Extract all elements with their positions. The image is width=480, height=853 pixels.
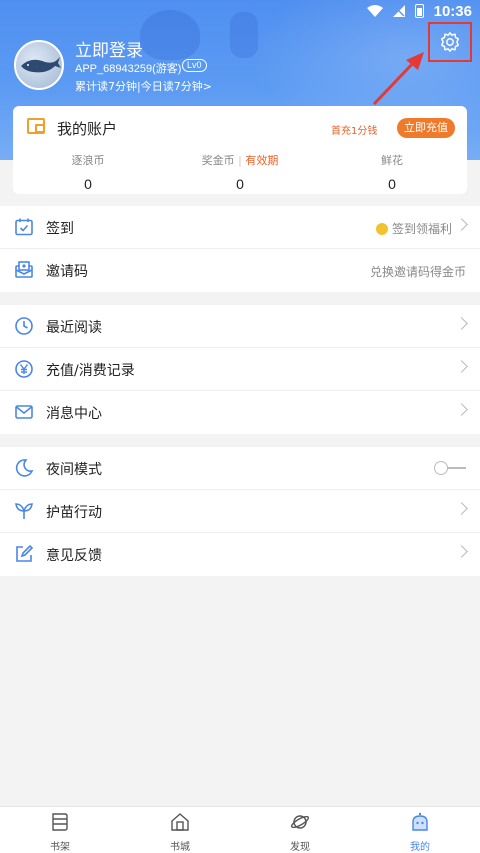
nav-label: 书城 (170, 842, 190, 853)
login-button[interactable]: 立即登录 (75, 36, 143, 61)
stat-value: 0 (236, 176, 244, 192)
menu-label: 充值/消费记录 (46, 363, 135, 379)
yuan-icon (15, 360, 33, 378)
menu-hint-text: 兑换邀请码得金币 (369, 265, 466, 279)
menu-label: 邀请码 (46, 264, 88, 280)
account-card: 我的账户 首充1分钱 立即充值 逐浪币 0 奖金币 | 有效期 0 鲜花 0 (13, 106, 467, 194)
menu-label: 夜间模式 (46, 462, 102, 478)
menu-item-checkin[interactable]: 签到 签到领福利 (0, 206, 480, 249)
edit-icon (16, 544, 34, 562)
coin-icon (375, 223, 388, 235)
chevron-right-icon (455, 218, 468, 231)
nav-discover[interactable]: 发现 (240, 807, 360, 853)
chevron-right-icon (455, 545, 468, 558)
avatar[interactable] (14, 40, 64, 90)
label-separator: | (234, 154, 246, 167)
stat-label-text: 奖金币 (201, 154, 235, 167)
battery-icon (414, 4, 424, 18)
account-title: 我的账户 (57, 120, 118, 138)
nav-label: 发现 (290, 842, 310, 853)
sprout-icon (15, 503, 33, 519)
nav-bookstore[interactable]: 书城 (120, 807, 240, 853)
whale-icon (21, 57, 61, 73)
menu-label: 意见反馈 (46, 548, 102, 564)
invite-icon (15, 261, 33, 278)
chevron-right-icon (455, 317, 468, 330)
menu-item-message-center[interactable]: 消息中心 (0, 391, 480, 434)
menu-label: 最近阅读 (46, 320, 102, 336)
clock-icon (15, 317, 33, 335)
wallet-icon (27, 118, 45, 134)
menu-group-rewards: 签到 签到领福利 邀请码 兑换邀请码得金币 (0, 206, 480, 292)
gear-icon (441, 32, 459, 52)
menu-group-settings: 夜间模式 护苗行动 意见反馈 (0, 447, 480, 576)
bookstore-icon (171, 813, 189, 831)
menu-label: 签到 (46, 221, 74, 237)
bottom-nav: 书架 书城 发现 我的 (0, 806, 480, 853)
night-mode-toggle[interactable] (434, 460, 466, 476)
mail-icon (15, 405, 33, 419)
bookshelf-icon (52, 813, 68, 831)
chevron-right-icon (455, 360, 468, 373)
chevron-right-icon (455, 502, 468, 515)
menu-label: 消息中心 (46, 406, 102, 422)
level-badge: Lv0 (182, 59, 207, 72)
stat-label: 鲜花 (381, 154, 403, 167)
stat-value: 0 (388, 176, 396, 192)
menu-label: 护苗行动 (46, 505, 102, 521)
menu-item-recharge-history[interactable]: 充值/消费记录 (0, 348, 480, 391)
menu-item-feedback[interactable]: 意见反馈 (0, 533, 480, 576)
discover-icon (290, 815, 310, 829)
first-recharge-promo: 首充1分钱 (331, 126, 378, 137)
nav-mine[interactable]: 我的 (360, 807, 480, 853)
settings-button[interactable] (428, 22, 472, 62)
moon-icon (15, 459, 34, 477)
nav-label: 书架 (50, 842, 70, 853)
recharge-button[interactable]: 立即充值 (397, 118, 455, 138)
calendar-check-icon (15, 218, 33, 236)
mine-icon (412, 812, 428, 831)
stat-zhulang-coin[interactable]: 逐浪币 0 (13, 152, 163, 192)
reading-stats-link[interactable]: 累计读7分钟|今日读7分钟> (75, 78, 212, 94)
menu-item-night-mode[interactable]: 夜间模式 (0, 447, 480, 490)
status-time: 10:36 (433, 2, 472, 20)
menu-item-recent-reading[interactable]: 最近阅读 (0, 305, 480, 348)
menu-hint-text: 签到领福利 (391, 222, 452, 236)
user-id: APP_68943259(游客) (75, 63, 182, 75)
chevron-right-icon (455, 403, 468, 416)
annotation-arrow (372, 52, 424, 106)
stat-flowers[interactable]: 鲜花 0 (317, 152, 467, 192)
nav-bookshelf[interactable]: 书架 (0, 807, 120, 853)
menu-item-child-protection[interactable]: 护苗行动 (0, 490, 480, 533)
menu-hint: 签到领福利 (375, 220, 452, 237)
wifi-icon (366, 5, 383, 17)
nav-label: 我的 (410, 842, 430, 853)
stat-bonus-coin[interactable]: 奖金币 | 有效期 0 (165, 152, 315, 192)
stat-label: 奖金币 | 有效期 (165, 152, 315, 168)
menu-item-invite-code[interactable]: 邀请码 兑换邀请码得金币 (0, 249, 480, 292)
validity-link[interactable]: 有效期 (245, 154, 278, 167)
stat-label: 逐浪币 (71, 154, 105, 167)
status-bar: 10:36 (0, 0, 480, 22)
signal-icon (392, 5, 405, 17)
stat-value: 0 (84, 176, 92, 192)
toggle-knob (434, 461, 448, 475)
menu-group-records: 最近阅读 充值/消费记录 消息中心 (0, 305, 480, 434)
